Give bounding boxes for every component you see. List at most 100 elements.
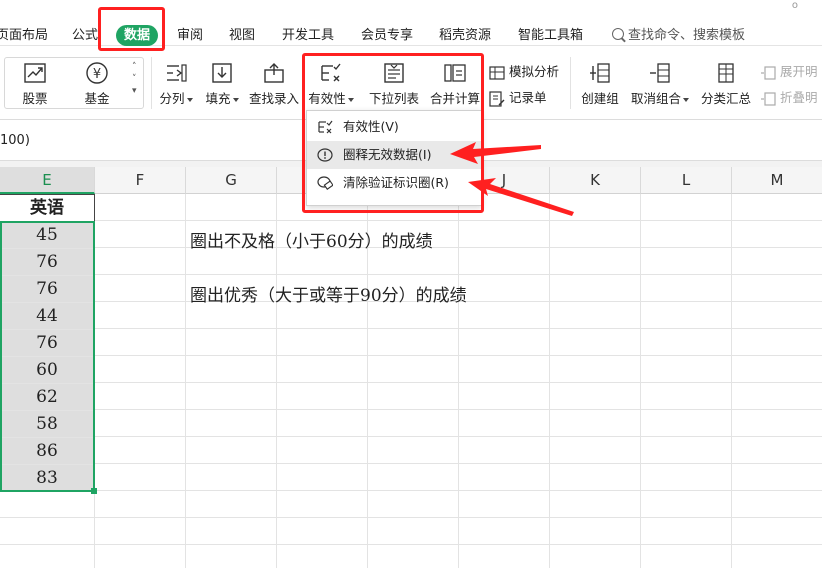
expand-detail-button[interactable]: 展开明 [760,61,818,81]
menu-developer[interactable]: 开发工具 [282,26,334,46]
empty-cell[interactable] [732,491,822,518]
menu-view[interactable]: 视图 [229,26,255,46]
merge-calc-button[interactable]: 合并计算 [428,61,482,107]
formula-text[interactable]: 100) [0,133,30,148]
empty-cell[interactable] [732,437,822,464]
empty-cell[interactable] [641,221,732,248]
empty-cell[interactable] [368,545,459,568]
empty-cell[interactable] [641,491,732,518]
empty-cell[interactable] [95,464,186,491]
empty-cell[interactable] [550,518,641,545]
empty-cell[interactable] [277,410,368,437]
record-sheet-button[interactable]: 记录单 [489,87,547,107]
empty-cell[interactable] [732,275,822,302]
empty-cell[interactable] [732,356,822,383]
empty-cell[interactable] [95,194,186,221]
empty-cell[interactable] [550,545,641,568]
empty-cell[interactable] [277,383,368,410]
empty-cell[interactable] [186,194,277,221]
column-header-m[interactable]: M [732,167,822,194]
empty-cell[interactable] [186,518,277,545]
simulate-button[interactable]: 模拟分析 [489,61,559,81]
empty-cell[interactable] [550,437,641,464]
empty-cell[interactable] [732,545,822,568]
empty-cell[interactable] [732,194,822,221]
empty-cell[interactable] [550,329,641,356]
ribbon-scroll-arrows[interactable]: ˄ ˅ ▾ [132,61,137,97]
empty-cell[interactable] [459,302,550,329]
empty-cell[interactable] [641,410,732,437]
empty-cell[interactable] [459,275,550,302]
empty-cell[interactable] [186,491,277,518]
score-cell[interactable]: 60 [0,357,95,384]
empty-cell[interactable] [186,356,277,383]
empty-cell[interactable] [186,437,277,464]
score-cell[interactable]: 45 [0,222,95,249]
empty-cell[interactable] [732,464,822,491]
empty-cell[interactable] [368,329,459,356]
empty-cell[interactable] [459,248,550,275]
empty-cell[interactable] [186,410,277,437]
subtotal-button[interactable]: 分类汇总 [698,61,754,107]
empty-cell[interactable] [732,518,822,545]
score-cell[interactable]: 76 [0,276,95,303]
split-button[interactable]: 分列 [159,61,193,107]
empty-cell[interactable] [186,302,277,329]
stock-button[interactable]: 股票 [18,61,52,107]
empty-cell[interactable] [0,545,95,568]
empty-cell[interactable] [732,302,822,329]
empty-cell[interactable] [277,356,368,383]
empty-cell[interactable] [550,464,641,491]
score-cell[interactable]: 58 [0,411,95,438]
empty-cell[interactable] [459,356,550,383]
empty-cell[interactable] [277,248,368,275]
empty-cell[interactable] [95,545,186,568]
empty-cell[interactable] [550,383,641,410]
empty-cell[interactable] [186,545,277,568]
empty-cell[interactable] [550,221,641,248]
menu-member[interactable]: 会员专享 [361,26,413,46]
instruction-note-fail[interactable]: 圈出不及格（小于60分）的成绩 [190,227,433,252]
empty-cell[interactable] [641,545,732,568]
menu-smart-toolbox[interactable]: 智能工具箱 [518,26,583,46]
empty-cell[interactable] [368,464,459,491]
empty-cell[interactable] [459,329,550,356]
score-cell[interactable]: 86 [0,438,95,465]
empty-cell[interactable] [277,437,368,464]
window-control-icon[interactable]: o [792,0,798,11]
empty-cell[interactable] [368,383,459,410]
empty-cell[interactable] [550,275,641,302]
empty-cell[interactable] [459,410,550,437]
empty-cell[interactable] [95,329,186,356]
header-cell-english[interactable]: 英语 [0,194,95,222]
empty-cell[interactable] [95,410,186,437]
empty-cell[interactable] [641,356,732,383]
empty-cell[interactable] [186,248,277,275]
menu-docer[interactable]: 稻壳资源 [439,26,491,46]
empty-cell[interactable] [368,518,459,545]
empty-cell[interactable] [95,302,186,329]
empty-cell[interactable] [641,275,732,302]
empty-cell[interactable] [641,302,732,329]
command-search[interactable]: 查找命令、搜索模板 [612,26,745,46]
empty-cell[interactable] [641,194,732,221]
empty-cell[interactable] [277,329,368,356]
validity-button[interactable]: 有效性 [308,61,354,107]
menu-data-tab[interactable]: 数据 [116,25,158,46]
ungroup-button[interactable]: 取消组合 [629,61,691,107]
empty-cell[interactable] [368,248,459,275]
empty-cell[interactable] [95,275,186,302]
score-cell[interactable]: 76 [0,330,95,357]
empty-cell[interactable] [368,356,459,383]
score-cell[interactable]: 76 [0,249,95,276]
score-cell[interactable]: 62 [0,384,95,411]
menu-formula[interactable]: 公式 [72,26,98,46]
empty-cell[interactable] [459,491,550,518]
empty-cell[interactable] [459,545,550,568]
empty-cell[interactable] [459,383,550,410]
fill-button[interactable]: 填充 [204,61,240,107]
empty-cell[interactable] [368,410,459,437]
empty-cell[interactable] [550,302,641,329]
empty-cell[interactable] [459,437,550,464]
empty-cell[interactable] [95,356,186,383]
